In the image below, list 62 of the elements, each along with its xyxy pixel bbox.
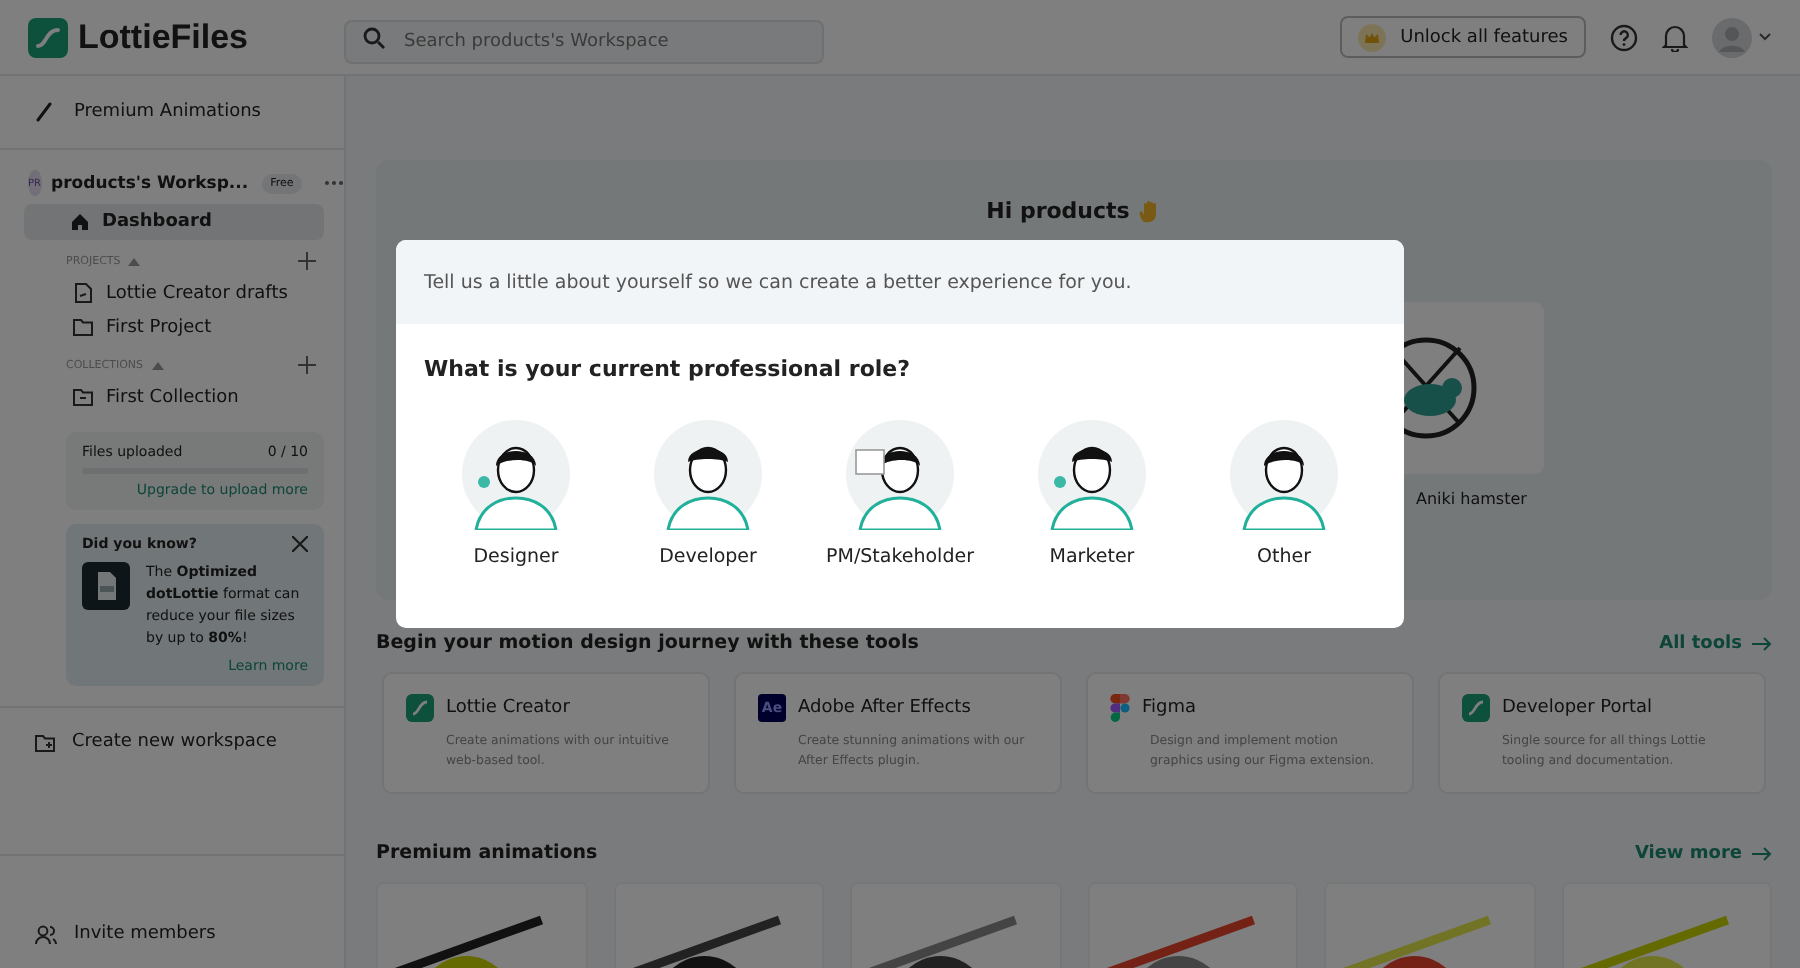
logo[interactable]: LottieFiles bbox=[28, 17, 344, 57]
section-title: Premium animations bbox=[376, 842, 598, 864]
people-icon bbox=[34, 923, 58, 945]
dashboard-nav-item[interactable]: Dashboard bbox=[24, 204, 324, 240]
sidebar-item[interactable]: First Collection bbox=[28, 380, 324, 414]
lottie-logo-icon bbox=[406, 694, 434, 722]
role-option[interactable]: Designer bbox=[426, 418, 606, 568]
dialog-intro: Tell us a little about yourself so we can create a better experience for you. bbox=[396, 240, 1404, 324]
add-icon[interactable] bbox=[298, 356, 316, 374]
profile-menu[interactable] bbox=[1712, 17, 1772, 57]
tool-name: Developer Portal bbox=[1502, 698, 1653, 718]
logo-icon bbox=[28, 17, 68, 57]
person-illustration bbox=[1228, 418, 1340, 530]
waving-hand-icon bbox=[1137, 198, 1162, 224]
search-icon bbox=[362, 25, 386, 49]
document-icon bbox=[82, 562, 130, 610]
section-title: Begin your motion design journey with these tools bbox=[376, 632, 919, 654]
dialog-question: What is your current professional role? bbox=[422, 354, 912, 382]
tool-name: Figma bbox=[1142, 698, 1197, 718]
animation-title: Aniki hamster bbox=[1416, 490, 1527, 508]
unlock-button[interactable]: Unlock all features bbox=[1340, 16, 1586, 58]
folder-icon bbox=[72, 316, 94, 338]
search-field[interactable]: Search products's Workspace bbox=[344, 19, 824, 63]
person-illustration bbox=[460, 418, 572, 530]
tool-name: Adobe After Effects bbox=[798, 698, 971, 718]
invite-members-link[interactable]: Invite members bbox=[0, 900, 344, 968]
crown-icon bbox=[1358, 23, 1387, 51]
arrow-right-icon bbox=[1752, 845, 1772, 861]
folder-add-icon bbox=[34, 732, 56, 755]
sidebar-item[interactable]: Lottie Creator drafts bbox=[28, 276, 324, 310]
role-option[interactable]: Developer bbox=[618, 418, 798, 568]
sidebar-item[interactable]: First Project bbox=[28, 310, 324, 344]
person-illustration bbox=[1036, 418, 1148, 530]
tool-name: Lottie Creator bbox=[446, 698, 570, 718]
role-option[interactable]: PM/Stakeholder bbox=[810, 418, 990, 568]
collapse-caret-icon[interactable] bbox=[128, 256, 141, 266]
pen-stroke-icon bbox=[34, 102, 54, 122]
person-illustration bbox=[844, 418, 956, 530]
avatar-icon bbox=[1712, 17, 1752, 57]
home-icon bbox=[70, 212, 90, 232]
add-icon[interactable] bbox=[298, 252, 316, 270]
all-tools-link[interactable]: All tools bbox=[1659, 633, 1772, 653]
lottie-logo-icon bbox=[1462, 694, 1490, 722]
help-icon[interactable] bbox=[1610, 23, 1638, 51]
collapse-caret-icon[interactable] bbox=[151, 360, 164, 370]
collection-folder-icon bbox=[72, 386, 94, 408]
notification-bell-icon[interactable] bbox=[1662, 23, 1688, 51]
view-more-link[interactable]: View more bbox=[1634, 843, 1772, 863]
role-option[interactable]: Other bbox=[1194, 418, 1374, 568]
chevron-down-icon bbox=[1758, 32, 1772, 42]
role-option[interactable]: Marketer bbox=[1002, 418, 1182, 568]
workspace-name[interactable]: products's Worksp... bbox=[51, 173, 249, 193]
premium-animations-link[interactable]: Premium Animations bbox=[0, 76, 344, 150]
create-workspace-link[interactable]: Create new workspace bbox=[0, 708, 344, 857]
logo-text: LottieFiles bbox=[78, 17, 249, 57]
figma-logo-icon bbox=[1110, 694, 1130, 722]
arrow-right-icon bbox=[1752, 635, 1772, 651]
document-icon bbox=[72, 282, 94, 304]
close-icon[interactable] bbox=[292, 536, 308, 552]
greeting: Hi products bbox=[986, 198, 1130, 224]
person-illustration bbox=[652, 418, 764, 530]
more-icon[interactable] bbox=[323, 180, 344, 186]
